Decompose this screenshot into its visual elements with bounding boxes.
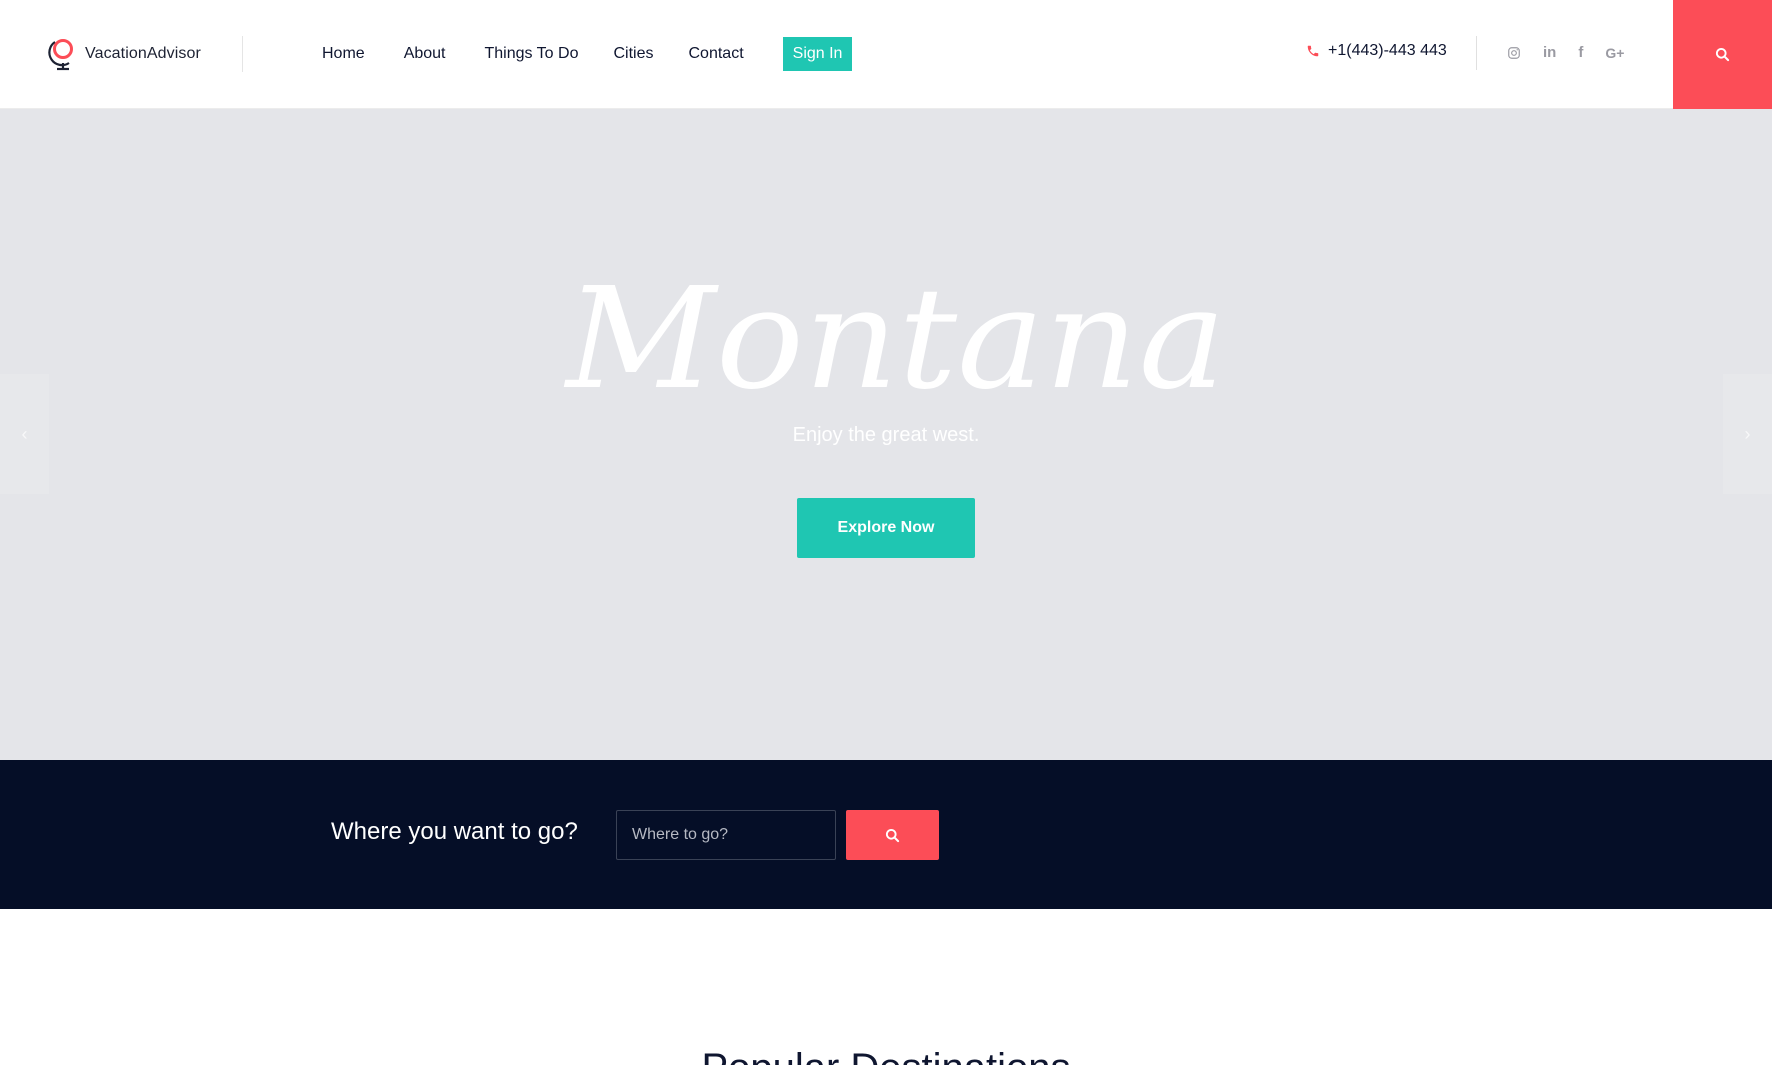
nav-things-to-do[interactable]: Things To Do: [485, 45, 579, 63]
globe-logo-icon: [48, 39, 73, 71]
nav-home[interactable]: Home: [322, 45, 365, 63]
hero-title: Montana: [560, 269, 1232, 424]
search-icon: [1715, 47, 1730, 62]
linkedin-icon[interactable]: in: [1543, 44, 1556, 61]
logo[interactable]: VacationAdvisor: [47, 36, 201, 72]
google-plus-icon[interactable]: G+: [1605, 45, 1624, 61]
site-header: VacationAdvisor Home About Things To Do …: [0, 0, 1772, 109]
header-search-button[interactable]: [1673, 0, 1772, 109]
popular-destinations-section: Popular Destinations: [0, 909, 1772, 1065]
social-links: in f G+: [1507, 44, 1624, 61]
destination-search-bar: Where you want to go?: [0, 760, 1772, 909]
phone-contact[interactable]: +1(443)-443 443: [1306, 42, 1447, 60]
search-heading: Where you want to go?: [331, 818, 578, 845]
popular-destinations-title: Popular Destinations: [0, 1046, 1772, 1065]
logo-divider: [242, 36, 243, 72]
main-nav: Home About Things To Do Cities Contact S…: [322, 37, 853, 71]
destination-search-button[interactable]: [846, 810, 939, 860]
search-icon: [885, 828, 900, 842]
hero-slider: ‹ › Montana Enjoy the great west. Explor…: [0, 109, 1772, 760]
phone-number: +1(443)-443 443: [1328, 42, 1447, 59]
facebook-icon[interactable]: f: [1578, 44, 1583, 61]
nav-cities[interactable]: Cities: [613, 45, 653, 63]
hero-title-text: Montana: [563, 269, 1226, 421]
hero-subtitle: Enjoy the great west.: [792, 424, 980, 446]
header-divider: [1476, 36, 1477, 70]
logo-text: VacationAdvisor: [85, 45, 201, 62]
instagram-icon[interactable]: [1507, 46, 1521, 60]
destination-search-input[interactable]: [616, 810, 836, 860]
nav-contact[interactable]: Contact: [689, 45, 744, 63]
sign-in-button[interactable]: Sign In: [782, 37, 853, 71]
page: VacationAdvisor Home About Things To Do …: [0, 0, 1772, 1065]
explore-now-button[interactable]: Explore Now: [797, 498, 975, 558]
nav-about[interactable]: About: [404, 45, 446, 63]
phone-icon: [1307, 45, 1319, 57]
